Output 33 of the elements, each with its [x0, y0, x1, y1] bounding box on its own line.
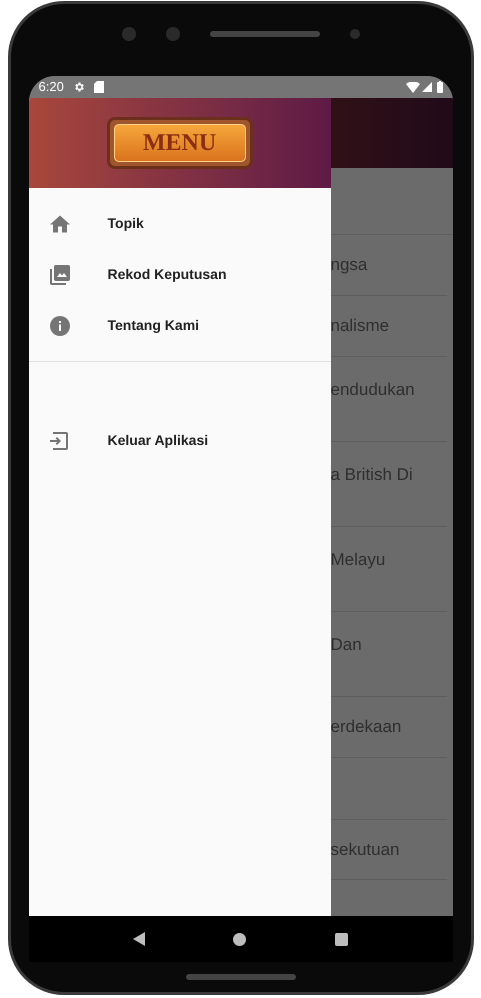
list-item-text: erdekaan — [330, 716, 402, 738]
drawer-item-label: Rekod Keputusan — [108, 265, 227, 284]
sd-card-icon — [94, 81, 104, 93]
drawer-item-label: Tentang Kami — [108, 316, 200, 335]
signal-icon — [422, 82, 432, 92]
status-time: 6:20 — [38, 78, 64, 96]
drawer-item[interactable]: Tentang Kami — [28, 300, 330, 351]
list-item-text: Melayu — [330, 549, 386, 571]
list-item-text: ngsa — [330, 254, 368, 276]
list-item-text: a British Di — [330, 464, 413, 486]
list-item-text: Dan — [330, 634, 362, 656]
home-icon — [50, 214, 70, 232]
list-item-text: nalisme — [330, 315, 390, 338]
camera-icon — [122, 27, 136, 41]
exit-icon — [50, 432, 68, 450]
drawer-item[interactable]: Keluar Aplikasi — [28, 415, 330, 466]
wifi-icon — [406, 82, 420, 92]
menu-logo-text: MENU — [142, 131, 216, 155]
recents-icon[interactable] — [335, 932, 348, 946]
image-gallery-icon — [50, 264, 70, 284]
info-icon — [50, 316, 70, 336]
drawer-item[interactable]: Rekod Keputusan — [28, 249, 330, 300]
drawer-item-label: Keluar Aplikasi — [108, 431, 208, 450]
settings-icon — [72, 81, 85, 93]
drawer-item-label: Topik — [108, 214, 144, 233]
list-item-text: endudukan — [330, 379, 415, 401]
drawer-item[interactable]: Topik — [28, 198, 330, 249]
camera-icon — [166, 27, 180, 41]
list-item-text: sekutuan — [330, 838, 400, 861]
back-icon[interactable] — [132, 932, 145, 946]
home-button-icon[interactable] — [233, 932, 246, 946]
sensor-icon — [350, 29, 360, 39]
battery-icon — [436, 81, 442, 93]
